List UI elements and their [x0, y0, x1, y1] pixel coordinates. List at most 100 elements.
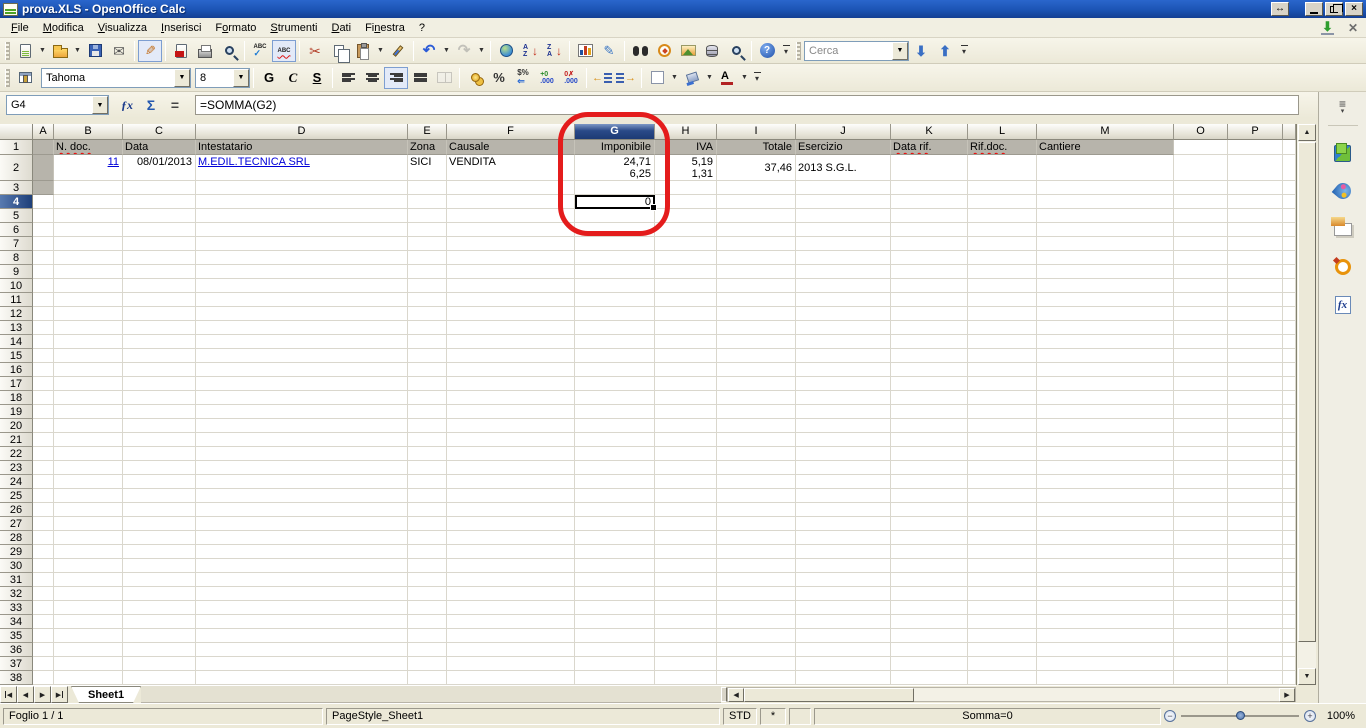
cell-O6[interactable]: [1174, 223, 1228, 237]
export-pdf-button[interactable]: [169, 40, 193, 62]
cell-O5[interactable]: [1174, 209, 1228, 223]
column-header-B[interactable]: B: [54, 124, 123, 140]
cell-J18[interactable]: [796, 391, 891, 405]
cell-I30[interactable]: [717, 559, 796, 573]
cell-I1[interactable]: Totale: [717, 140, 796, 155]
cell-C30[interactable]: [123, 559, 196, 573]
cell-M16[interactable]: [1037, 363, 1174, 377]
cell-G13[interactable]: [575, 321, 655, 335]
cell-L11[interactable]: [968, 293, 1037, 307]
cell-J26[interactable]: [796, 503, 891, 517]
column-header-K[interactable]: K: [891, 124, 968, 140]
zoom-thumb[interactable]: [1236, 711, 1246, 720]
row-header-24[interactable]: 24: [0, 475, 33, 489]
cell-P37[interactable]: [1228, 657, 1283, 671]
cell-partial-4[interactable]: [1283, 195, 1296, 209]
borders-button[interactable]: [645, 67, 669, 89]
cell-H31[interactable]: [655, 573, 717, 587]
cell-A28[interactable]: [33, 531, 54, 545]
scroll-up-button[interactable]: ▲: [1298, 124, 1316, 141]
sheet-tab-active[interactable]: Sheet1: [71, 686, 141, 703]
close-button[interactable]: ×: [1345, 2, 1363, 16]
row-header-14[interactable]: 14: [0, 335, 33, 349]
cell-K9[interactable]: [891, 265, 968, 279]
cell-K12[interactable]: [891, 307, 968, 321]
cell-M17[interactable]: [1037, 377, 1174, 391]
row-header-13[interactable]: 13: [0, 321, 33, 335]
cell-L14[interactable]: [968, 335, 1037, 349]
row-header-37[interactable]: 37: [0, 657, 33, 671]
cell-D16[interactable]: [196, 363, 408, 377]
formatting-toolbar-grip[interactable]: [5, 68, 10, 87]
cell-partial-27[interactable]: [1283, 517, 1296, 531]
cell-C2[interactable]: 08/01/2013: [123, 155, 196, 181]
formatting-toolbar-overflow[interactable]: ▾: [750, 67, 764, 89]
row-header-21[interactable]: 21: [0, 433, 33, 447]
cell-M8[interactable]: [1037, 251, 1174, 265]
cell-I13[interactable]: [717, 321, 796, 335]
font-name-value[interactable]: Tahoma: [42, 72, 174, 84]
cell-I11[interactable]: [717, 293, 796, 307]
sort-ascending-button[interactable]: ↓: [518, 40, 542, 62]
cell-O26[interactable]: [1174, 503, 1228, 517]
font-size-value[interactable]: 8: [196, 72, 233, 84]
standard-format-button[interactable]: $%: [511, 67, 535, 89]
undo-button[interactable]: ↶: [417, 40, 441, 62]
cell-M3[interactable]: [1037, 181, 1174, 195]
cell-P25[interactable]: [1228, 489, 1283, 503]
cell-O10[interactable]: [1174, 279, 1228, 293]
row-header-28[interactable]: 28: [0, 531, 33, 545]
cell-E37[interactable]: [408, 657, 447, 671]
previous-sheet-button[interactable]: ◀: [17, 686, 34, 703]
cell-M35[interactable]: [1037, 629, 1174, 643]
cell-P18[interactable]: [1228, 391, 1283, 405]
cell-H23[interactable]: [655, 461, 717, 475]
hyperlink-button[interactable]: [494, 40, 518, 62]
scroll-left-button[interactable]: ◀: [728, 688, 745, 702]
zoom-out-icon[interactable]: −: [1164, 710, 1176, 722]
cell-E13[interactable]: [408, 321, 447, 335]
cell-F30[interactable]: [447, 559, 575, 573]
cell-B24[interactable]: [54, 475, 123, 489]
cell-A32[interactable]: [33, 587, 54, 601]
cell-G18[interactable]: [575, 391, 655, 405]
row-header-31[interactable]: 31: [0, 573, 33, 587]
scroll-right-button[interactable]: ▶: [1279, 688, 1295, 702]
cell-F33[interactable]: [447, 601, 575, 615]
cell-B27[interactable]: [54, 517, 123, 531]
auto-spellcheck-button[interactable]: ABC: [272, 39, 296, 62]
navigator-button[interactable]: [652, 40, 676, 62]
column-header-G[interactable]: G: [575, 124, 655, 140]
spreadsheet-grid[interactable]: A B C D E F G H I J K L M O P 1 N. doc. Data Intestatario Z…: [0, 124, 1296, 685]
cell-P9[interactable]: [1228, 265, 1283, 279]
cell-A12[interactable]: [33, 307, 54, 321]
cell-P5[interactable]: [1228, 209, 1283, 223]
cell-L28[interactable]: [968, 531, 1037, 545]
cell-J6[interactable]: [796, 223, 891, 237]
cell-H35[interactable]: [655, 629, 717, 643]
cell-D33[interactable]: [196, 601, 408, 615]
cell-C18[interactable]: [123, 391, 196, 405]
cell-A16[interactable]: [33, 363, 54, 377]
cell-B4[interactable]: [54, 195, 123, 209]
cell-K35[interactable]: [891, 629, 968, 643]
cell-A35[interactable]: [33, 629, 54, 643]
cell-partial-12[interactable]: [1283, 307, 1296, 321]
cell-M11[interactable]: [1037, 293, 1174, 307]
cell-J13[interactable]: [796, 321, 891, 335]
cell-H27[interactable]: [655, 517, 717, 531]
cell-C29[interactable]: [123, 545, 196, 559]
column-header-partial[interactable]: [1283, 124, 1296, 140]
cell-F18[interactable]: [447, 391, 575, 405]
cell-partial-34[interactable]: [1283, 615, 1296, 629]
save-button[interactable]: [83, 40, 107, 62]
cell-L16[interactable]: [968, 363, 1037, 377]
row-header-6[interactable]: 6: [0, 223, 33, 237]
cell-F24[interactable]: [447, 475, 575, 489]
cell-K1[interactable]: Data rif.: [891, 140, 968, 155]
cell-D27[interactable]: [196, 517, 408, 531]
cell-A6[interactable]: [33, 223, 54, 237]
cell-E16[interactable]: [408, 363, 447, 377]
cell-B33[interactable]: [54, 601, 123, 615]
cell-partial-30[interactable]: [1283, 559, 1296, 573]
